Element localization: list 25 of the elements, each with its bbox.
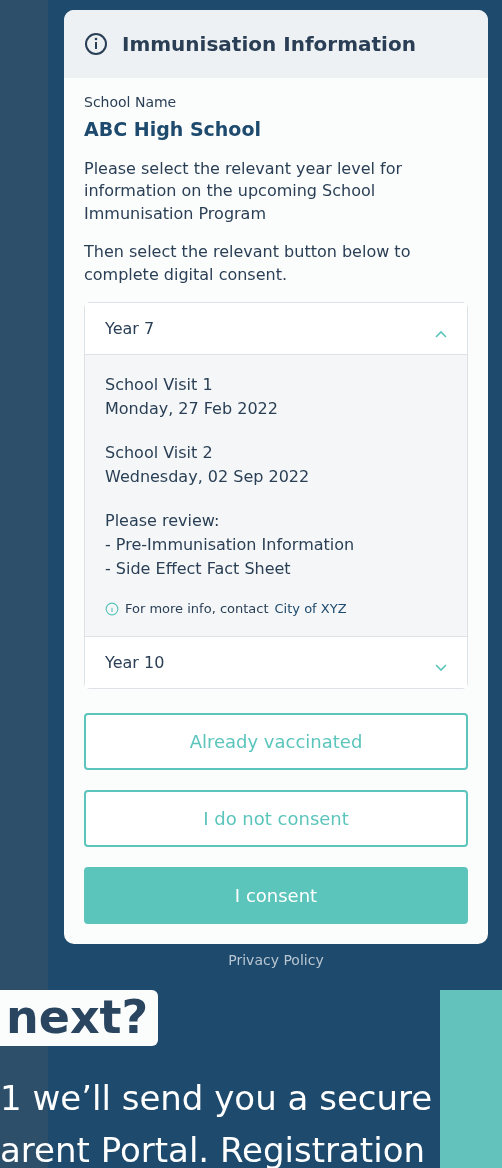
school-name: ABC High School xyxy=(84,118,262,140)
year-label: Year 10 xyxy=(105,653,165,673)
body-text-line: 1 we’ll send you a secure xyxy=(0,1078,433,1118)
section-heading: next? xyxy=(0,990,159,1046)
privacy-policy-link[interactable]: Privacy Policy xyxy=(64,952,488,969)
visit-title: School Visit 1 xyxy=(105,373,214,396)
contact-text: For more info, contact xyxy=(125,599,269,618)
contact-link[interactable]: City of XYZ xyxy=(274,598,347,619)
accordion-header[interactable]: Year 10 xyxy=(85,636,467,689)
chevron-down-icon xyxy=(435,664,447,673)
card-title: Immunisation Information xyxy=(122,32,416,56)
chevron-up-icon xyxy=(435,329,447,338)
review-link[interactable]: - Side Effect Fact Sheet xyxy=(105,556,447,581)
accordion-header[interactable]: Year 7 xyxy=(85,302,467,354)
field-label: School Name xyxy=(84,94,178,110)
info-icon xyxy=(84,32,108,56)
review-link[interactable]: - Pre-Immunisation Information xyxy=(105,532,447,557)
instruction-text: Then select the relevant button below to complete digital consent. xyxy=(84,241,412,286)
visit-date: Wednesday, 02 Sep 2022 xyxy=(105,465,311,488)
year-label: Year 7 xyxy=(105,318,155,338)
visit-date: Monday, 27 Feb 2022 xyxy=(105,397,279,420)
review-heading: Please review: xyxy=(105,509,221,532)
instruction-text: Please select the relevant year level for information on the upcoming School Immunisation Program xyxy=(84,158,404,225)
visit-title: School Visit 2 xyxy=(105,441,214,464)
info-icon xyxy=(105,601,119,616)
